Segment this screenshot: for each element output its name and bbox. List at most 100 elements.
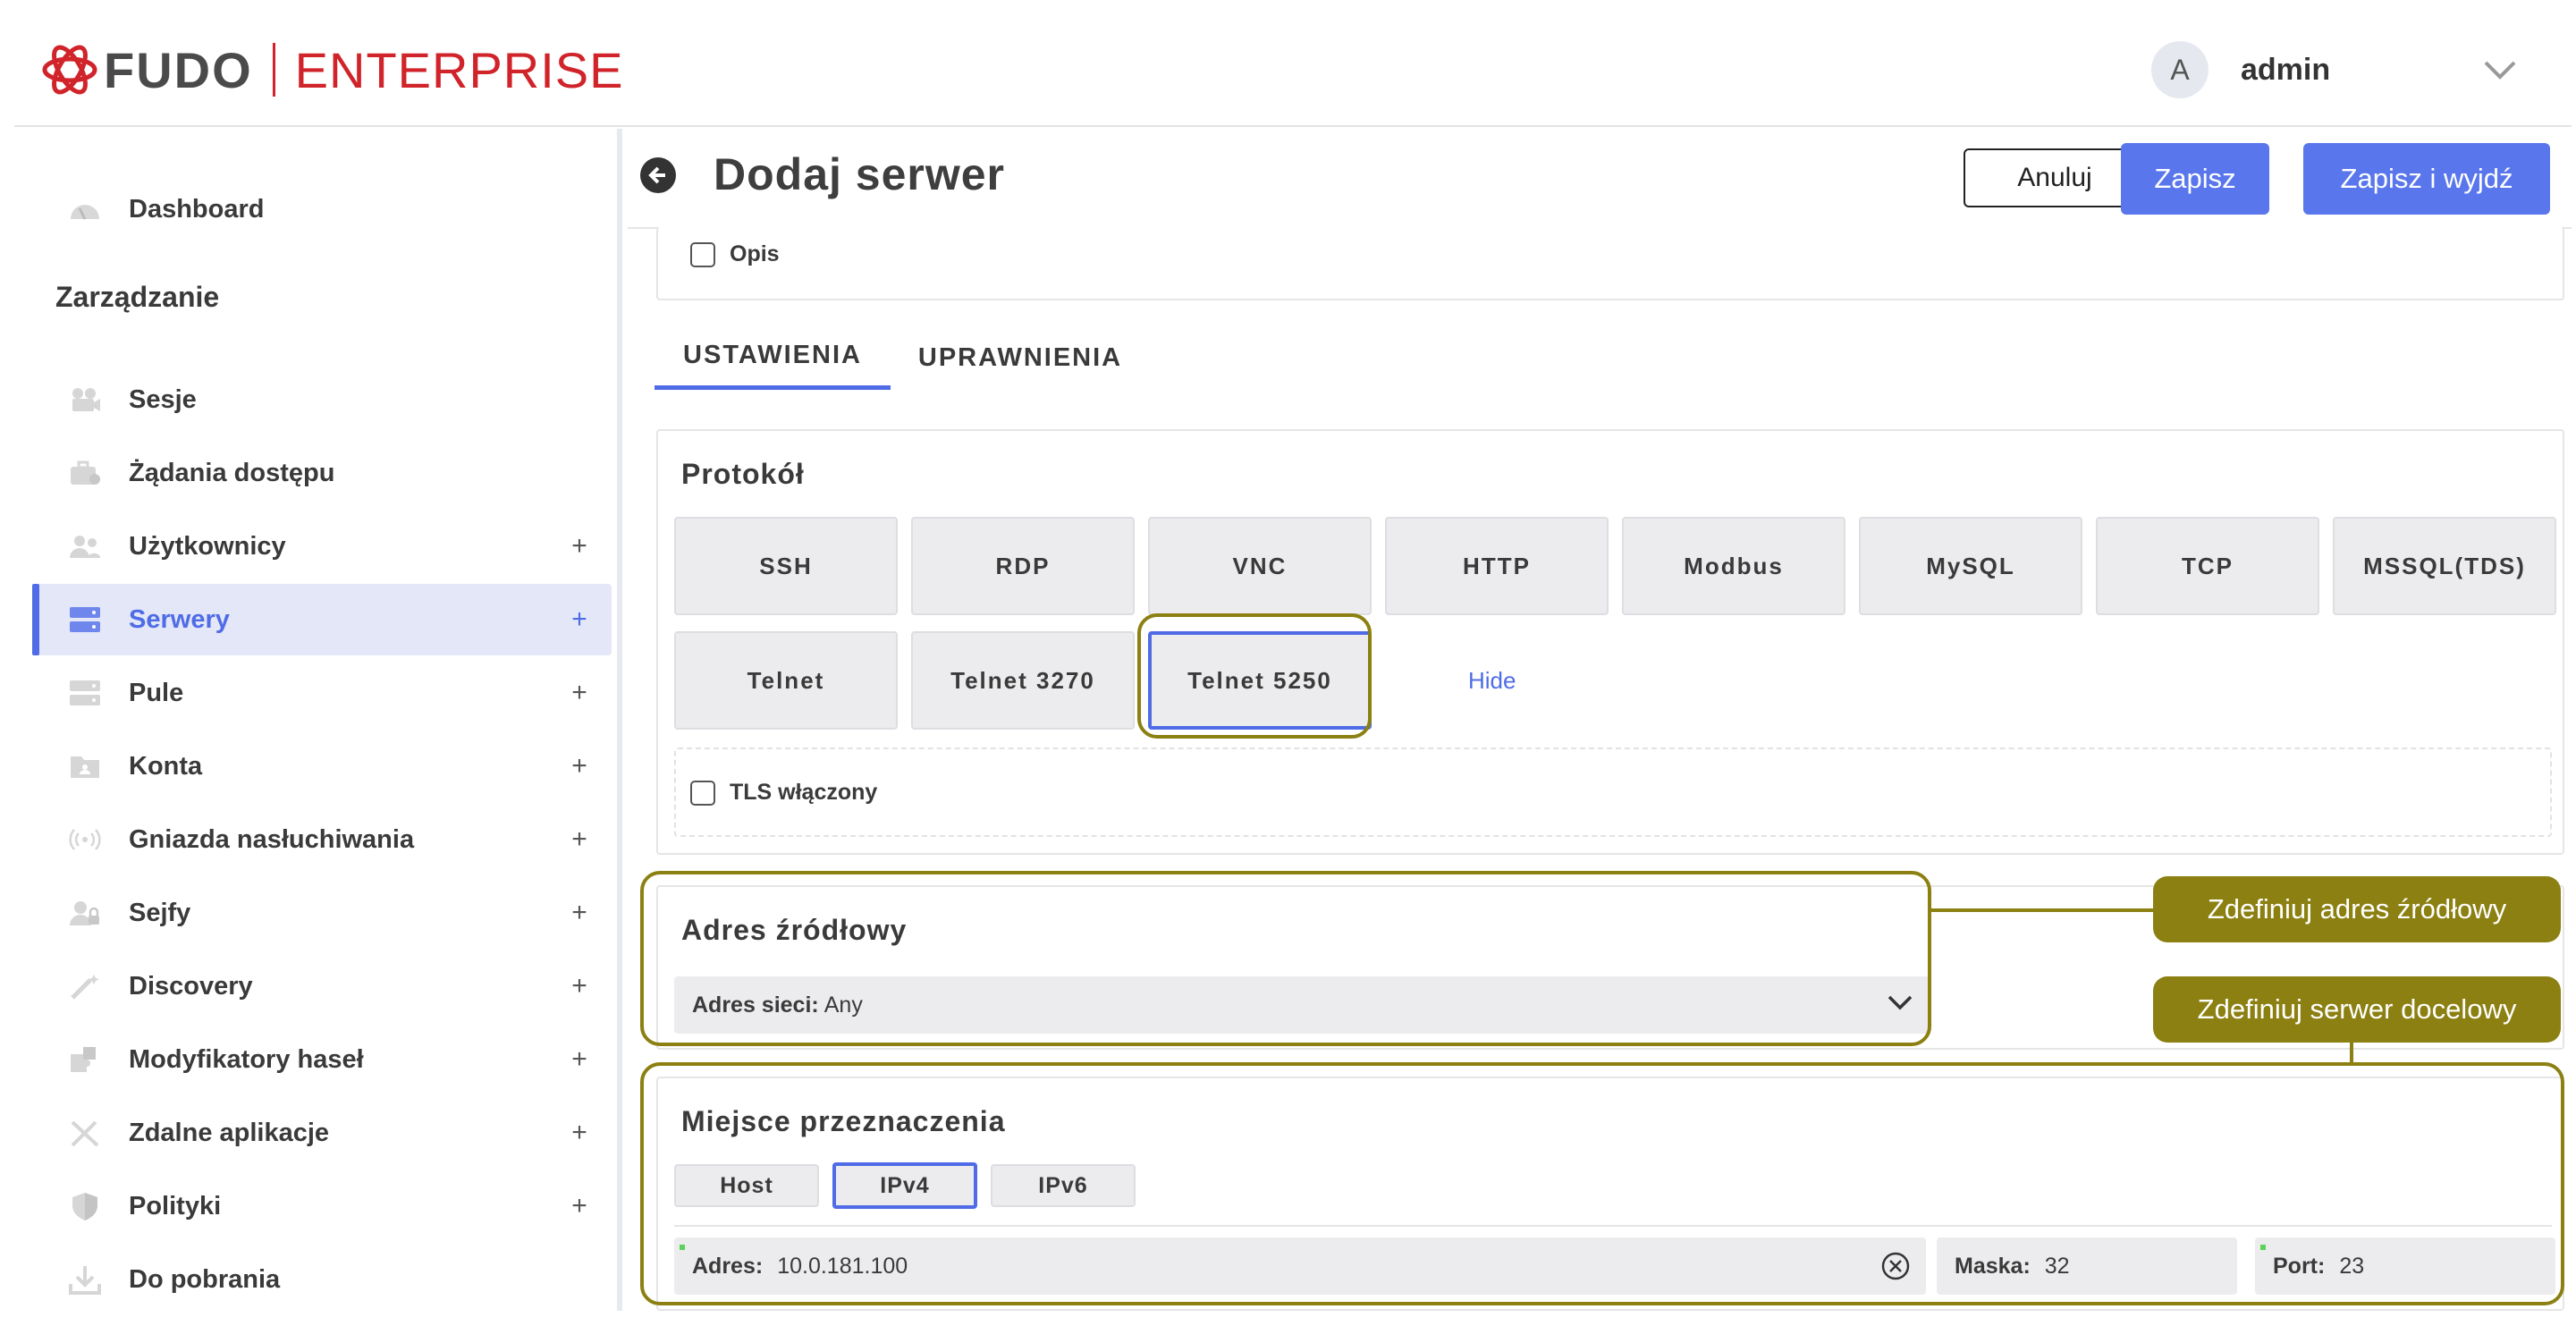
- page-header: Dodaj serwer Anuluj Zapisz Zapisz i wyjd…: [628, 129, 2572, 229]
- pool-icon: [68, 677, 102, 709]
- add-modifier-button[interactable]: +: [562, 1044, 597, 1075]
- brand-name: FUDO: [104, 41, 253, 98]
- highlight-destination: [640, 1062, 2564, 1305]
- highlight-selected-protocol: [1137, 613, 1372, 739]
- account-folder-icon: [68, 750, 102, 782]
- add-listener-button[interactable]: +: [562, 824, 597, 855]
- protocol-options-box: TLS włączony: [674, 747, 2552, 837]
- add-user-button[interactable]: +: [562, 531, 597, 562]
- protocol-mysql[interactable]: MySQL: [1859, 517, 2082, 615]
- sidebar-item-label: Modyfikatory haseł: [129, 1044, 364, 1074]
- callout-source-address: Zdefiniuj adres źródłowy: [2153, 876, 2561, 942]
- camera-icon: [68, 384, 102, 416]
- sidebar-item-do-pobrania[interactable]: Do pobrania: [32, 1244, 612, 1311]
- protocol-telnet[interactable]: Telnet: [674, 631, 898, 730]
- magic-wand-icon: [68, 970, 102, 1002]
- remote-app-icon: [68, 1117, 102, 1149]
- avatar: A: [2151, 41, 2209, 98]
- save-and-exit-button[interactable]: Zapisz i wyjdź: [2303, 143, 2550, 215]
- safe-user-icon: [68, 897, 102, 929]
- chevron-down-icon[interactable]: [2482, 52, 2518, 88]
- protocol-tcp[interactable]: TCP: [2096, 517, 2319, 615]
- sidebar-item-gniazda[interactable]: Gniazda nasłuchiwania +: [32, 804, 612, 875]
- sidebar-item-uzytkownicy[interactable]: Użytkownicy +: [32, 511, 612, 582]
- brand-divider: [272, 43, 275, 97]
- briefcase-icon: [68, 457, 102, 489]
- sidebar-item-label: Żądania dostępu: [129, 458, 335, 487]
- arrow-left-icon: [648, 166, 665, 184]
- sidebar-item-serwery[interactable]: Serwery +: [32, 584, 612, 655]
- users-icon: [68, 530, 102, 562]
- protocol-vnc[interactable]: VNC: [1148, 517, 1372, 615]
- callout-connector: [1931, 908, 2155, 912]
- cancel-button[interactable]: Anuluj: [1964, 148, 2146, 207]
- brand-edition: ENTERPRISE: [294, 41, 624, 98]
- sidebar-item-label: Dashboard: [129, 194, 265, 224]
- sidebar-item-zadania[interactable]: Żądania dostępu: [32, 437, 612, 509]
- username: admin: [2241, 52, 2331, 87]
- sidebar-item-label: Polityki: [129, 1191, 222, 1220]
- sidebar-item-discovery[interactable]: Discovery +: [32, 950, 612, 1022]
- fudo-logo-icon: [42, 45, 97, 95]
- save-button[interactable]: Zapisz: [2121, 143, 2269, 215]
- tab-permissions[interactable]: UPRAWNIENIA: [891, 325, 1150, 390]
- download-icon: [68, 1263, 102, 1296]
- add-discovery-button[interactable]: +: [562, 971, 597, 1001]
- sidebar-item-label: Gniazda nasłuchiwania: [129, 824, 415, 854]
- description-panel: Opis: [656, 227, 2564, 300]
- sidebar-item-label: Użytkownicy: [129, 531, 286, 561]
- broadcast-icon: [68, 823, 102, 856]
- sidebar-item-label: Sesje: [129, 384, 197, 414]
- top-bar: FUDO ENTERPRISE A admin: [14, 14, 2572, 127]
- protocol-modbus[interactable]: Modbus: [1622, 517, 1845, 615]
- highlight-source-address: [640, 871, 1931, 1046]
- protocol-telnet-3270[interactable]: Telnet 3270: [911, 631, 1135, 730]
- tls-checkbox[interactable]: [690, 780, 715, 806]
- sidebar-item-label: Sejfy: [129, 898, 191, 927]
- tls-label: TLS włączony: [730, 780, 878, 805]
- sidebar: Dashboard Zarządzanie Sesje Żądania dost…: [14, 129, 622, 1311]
- app-window: FUDO ENTERPRISE A admin Dashboard Zarząd…: [14, 14, 2572, 1311]
- dashboard-icon: [68, 193, 102, 225]
- add-server-button[interactable]: +: [562, 604, 597, 635]
- add-safe-button[interactable]: +: [562, 898, 597, 928]
- sidebar-item-dashboard[interactable]: Dashboard: [32, 173, 612, 245]
- add-remote-app-button[interactable]: +: [562, 1118, 597, 1148]
- fudo-logo[interactable]: FUDO ENTERPRISE: [39, 34, 624, 106]
- sidebar-item-label: Konta: [129, 751, 203, 781]
- add-policy-button[interactable]: +: [562, 1191, 597, 1221]
- protocol-http[interactable]: HTTP: [1385, 517, 1609, 615]
- server-icon: [68, 604, 102, 636]
- protocol-panel: Protokół SSH RDP VNC HTTP Modbus MySQL T…: [656, 429, 2564, 855]
- protocol-rdp[interactable]: RDP: [911, 517, 1135, 615]
- sidebar-item-label: Zdalne aplikacje: [129, 1118, 330, 1147]
- sidebar-section-heading: Zarządzanie: [55, 281, 220, 313]
- add-account-button[interactable]: +: [562, 751, 597, 781]
- sidebar-item-pule[interactable]: Pule +: [32, 657, 612, 729]
- callout-destination: Zdefiniuj serwer docelowy: [2153, 976, 2561, 1043]
- sidebar-item-label: Discovery: [129, 971, 253, 1001]
- sidebar-item-modyfikatory[interactable]: Modyfikatory haseł +: [32, 1024, 612, 1095]
- sidebar-item-sejfy[interactable]: Sejfy +: [32, 877, 612, 949]
- sidebar-item-label: Serwery: [129, 604, 230, 634]
- sidebar-item-zdalne[interactable]: Zdalne aplikacje +: [32, 1097, 612, 1169]
- tab-settings[interactable]: USTAWIENIA: [655, 325, 891, 390]
- sidebar-item-label: Do pobrania: [129, 1264, 281, 1294]
- protocol-title: Protokół: [681, 458, 805, 490]
- user-menu[interactable]: A admin: [2151, 41, 2518, 98]
- add-pool-button[interactable]: +: [562, 678, 597, 708]
- description-label: Opis: [730, 241, 780, 266]
- sidebar-item-polityki[interactable]: Polityki +: [32, 1170, 612, 1242]
- hide-protocols-link[interactable]: Hide: [1468, 667, 1516, 695]
- sidebar-item-konta[interactable]: Konta +: [32, 731, 612, 802]
- shield-icon: [68, 1190, 102, 1222]
- description-checkbox[interactable]: [690, 241, 715, 267]
- sidebar-item-label: Pule: [129, 678, 184, 707]
- description-checkbox-row[interactable]: Opis: [690, 241, 780, 267]
- tls-checkbox-row[interactable]: TLS włączony: [690, 780, 877, 806]
- puzzle-icon: [68, 1043, 102, 1076]
- protocol-mssql[interactable]: MSSQL(TDS): [2333, 517, 2556, 615]
- back-button[interactable]: [640, 157, 676, 193]
- protocol-ssh[interactable]: SSH: [674, 517, 898, 615]
- sidebar-item-sesje[interactable]: Sesje: [32, 364, 612, 435]
